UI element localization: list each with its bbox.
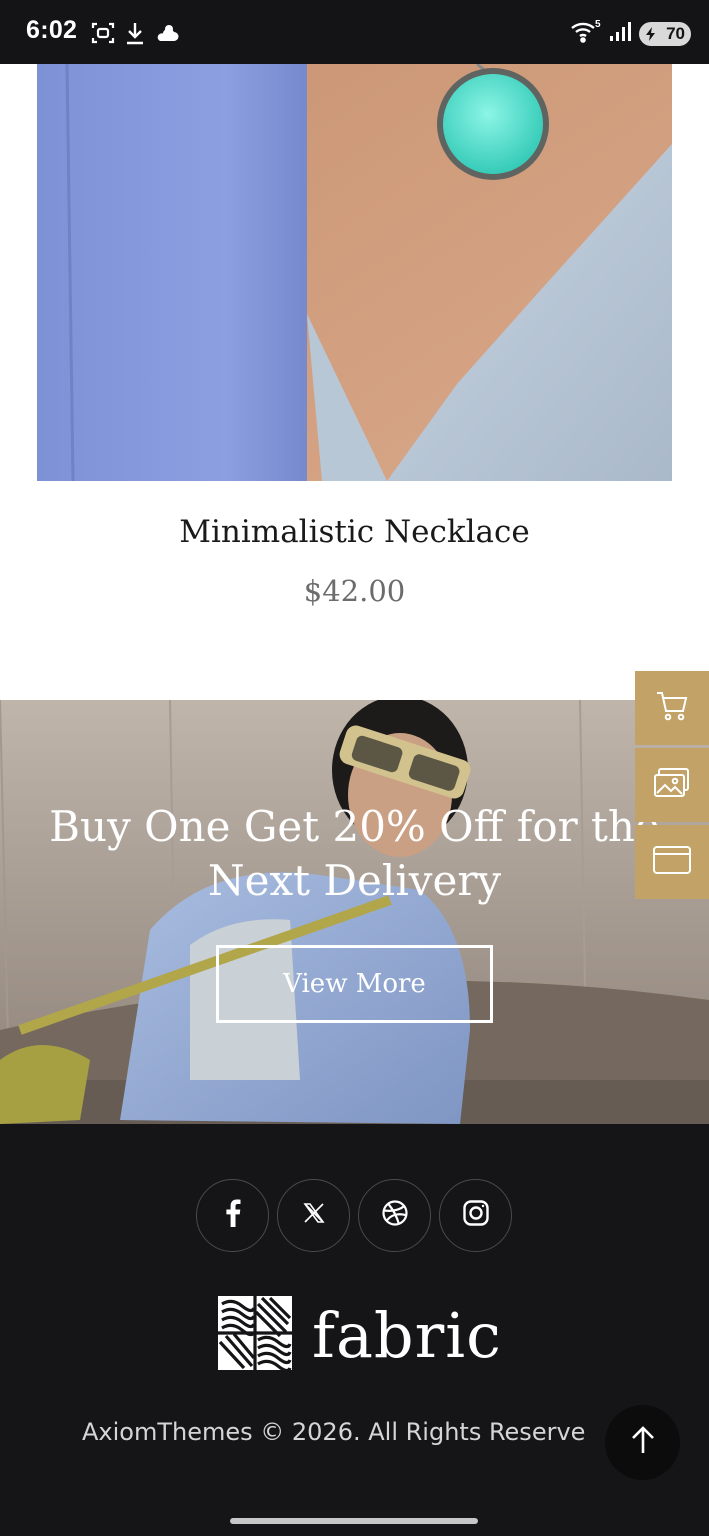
product-price: $42.00	[303, 574, 406, 608]
status-time: 6:02	[26, 16, 78, 44]
promo-headline-line-1: Buy One Get 20% Off for the	[49, 802, 660, 851]
signal-icon	[609, 20, 633, 47]
weather-icon	[154, 21, 180, 50]
wifi-icon: 5	[569, 18, 603, 49]
download-icon	[124, 20, 146, 51]
facebook-link[interactable]	[196, 1179, 269, 1252]
social-links	[196, 1179, 512, 1252]
fabric-logo-icon	[218, 1296, 292, 1375]
product-image[interactable]	[37, 64, 672, 481]
brand-name: fabric	[312, 1298, 502, 1372]
scroll-to-top-button[interactable]	[605, 1405, 680, 1480]
cart-icon	[655, 690, 689, 727]
footer-brand[interactable]: fabric	[218, 1296, 502, 1375]
side-gallery-button[interactable]	[635, 748, 709, 822]
side-cart-button[interactable]	[635, 671, 709, 745]
promo-headline: Buy One Get 20% Off for the Next Deliver…	[0, 800, 709, 908]
svg-text:5: 5	[595, 19, 601, 30]
browser-window-icon	[652, 844, 692, 881]
battery-bolt-icon	[646, 26, 655, 41]
facebook-icon	[225, 1199, 241, 1232]
home-indicator[interactable]	[230, 1518, 478, 1524]
gallery-icon	[653, 767, 691, 804]
view-more-button[interactable]: View More	[216, 945, 493, 1023]
promo-banner-image	[0, 700, 709, 1124]
instagram-icon	[462, 1199, 490, 1232]
dribbble-icon	[381, 1199, 409, 1232]
screenshot-icon	[90, 20, 116, 51]
instagram-link[interactable]	[439, 1179, 512, 1252]
copyright-text: AxiomThemes © 2026. All Rights Reserve	[82, 1418, 586, 1446]
x-link[interactable]	[277, 1179, 350, 1252]
battery-level: 70	[666, 23, 685, 43]
x-icon	[302, 1202, 325, 1229]
status-left-icons	[90, 20, 180, 51]
arrow-up-icon	[630, 1425, 656, 1460]
promo-headline-line-2: Next Delivery	[207, 856, 502, 905]
dribbble-link[interactable]	[358, 1179, 431, 1252]
battery-indicator: 70	[639, 21, 691, 46]
status-right: 5 70	[569, 18, 691, 49]
status-bar: 6:02 5 70	[0, 0, 709, 64]
side-browser-button[interactable]	[635, 825, 709, 899]
product-name[interactable]: Minimalistic Necklace	[0, 514, 709, 550]
